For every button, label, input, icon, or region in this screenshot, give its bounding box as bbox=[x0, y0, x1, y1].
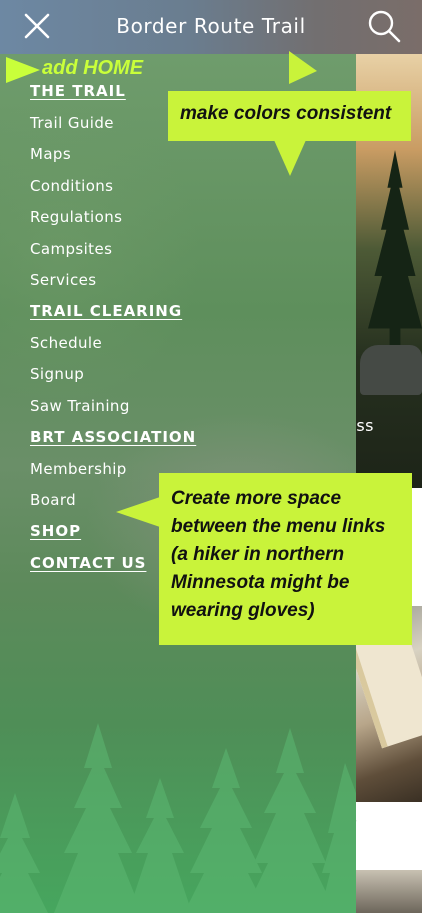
background-heading-fragment: ess bbox=[346, 416, 375, 435]
annotation-arrow-right-icon bbox=[6, 57, 40, 83]
background-photo-rocks bbox=[356, 870, 422, 913]
annotation-arrow-left-icon bbox=[116, 497, 160, 527]
menu-heading-the-trail[interactable]: THE TRAIL bbox=[30, 82, 126, 100]
annotation-arrow-right-icon bbox=[289, 51, 317, 84]
forest-silhouette-icon bbox=[0, 723, 356, 913]
search-icon bbox=[368, 10, 401, 43]
menu-link-regulations[interactable]: Regulations bbox=[30, 208, 122, 226]
menu-link-board[interactable]: Board bbox=[30, 491, 76, 509]
menu-link-schedule[interactable]: Schedule bbox=[30, 334, 102, 352]
annotation-arrow-down-icon bbox=[274, 140, 306, 176]
menu-heading-shop[interactable]: SHOP bbox=[30, 522, 81, 540]
menu-link-membership[interactable]: Membership bbox=[30, 460, 127, 478]
search-button[interactable] bbox=[366, 8, 402, 44]
menu-link-saw-training[interactable]: Saw Training bbox=[30, 397, 130, 415]
app-header: Border Route Trail bbox=[0, 0, 422, 54]
annotation-spacing-note: Create more space between the menu links… bbox=[159, 473, 412, 645]
menu-link-signup[interactable]: Signup bbox=[30, 365, 84, 383]
menu-link-services[interactable]: Services bbox=[30, 271, 96, 289]
menu-heading-trail-clearing[interactable]: TRAIL CLEARING bbox=[30, 302, 182, 320]
menu-link-conditions[interactable]: Conditions bbox=[30, 177, 113, 195]
menu-link-campsites[interactable]: Campsites bbox=[30, 240, 112, 258]
background-rock bbox=[360, 345, 422, 395]
site-title: Border Route Trail bbox=[116, 14, 306, 38]
background-card-caption bbox=[356, 802, 422, 870]
annotation-colors-note: make colors consistent bbox=[168, 91, 411, 141]
annotation-add-home: add HOME bbox=[42, 57, 144, 79]
menu-link-maps[interactable]: Maps bbox=[30, 145, 71, 163]
menu-heading-brt-association[interactable]: BRT ASSOCIATION bbox=[30, 428, 196, 446]
menu-heading-contact-us[interactable]: CONTACT US bbox=[30, 554, 146, 572]
menu-link-trail-guide[interactable]: Trail Guide bbox=[30, 114, 114, 132]
